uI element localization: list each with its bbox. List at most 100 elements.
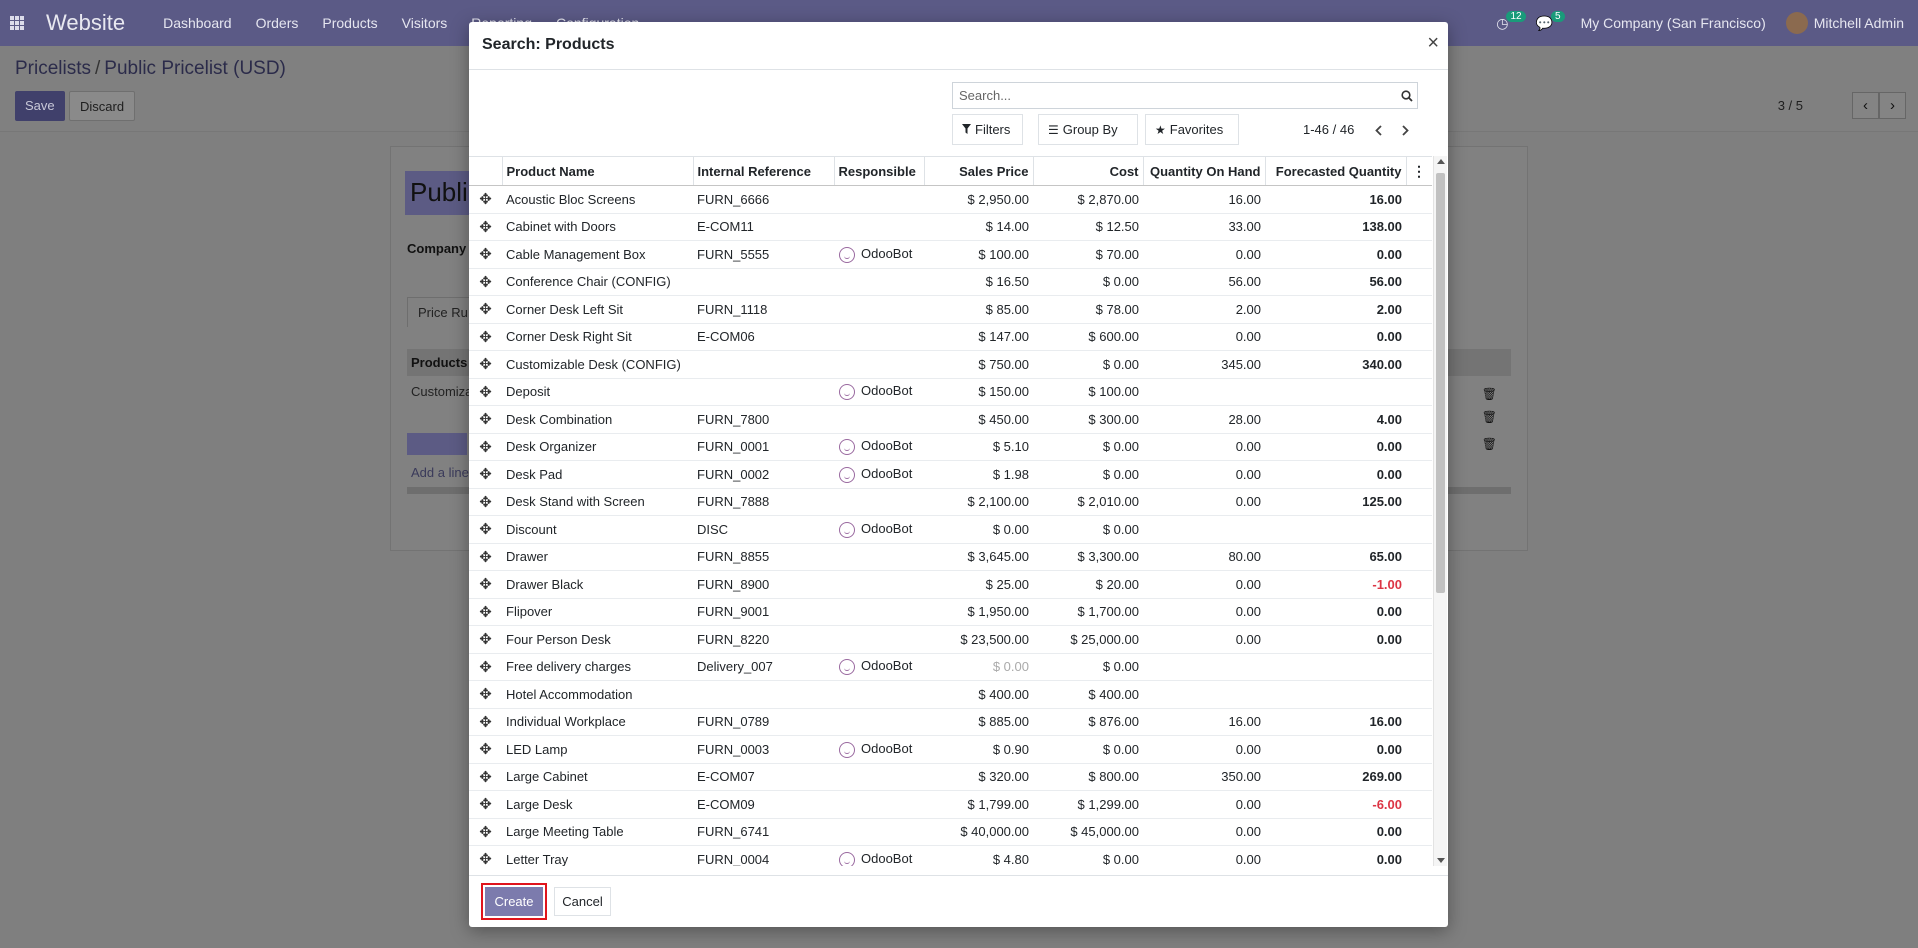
column-header-forecasted-quantity[interactable]: Forecasted Quantity bbox=[1265, 156, 1407, 186]
drag-handle-icon[interactable]: ✥ bbox=[469, 818, 502, 846]
drag-handle-icon[interactable]: ✥ bbox=[469, 625, 502, 654]
delete-row-icon[interactable]: 🗑 bbox=[1482, 410, 1497, 424]
table-row[interactable]: ✥ Drawer FURN_8855 $ 3,645.00 $ 3,300.00 80.0… bbox=[469, 543, 1432, 571]
table-row[interactable]: ✥ Discount DISC OdooBot $ 0.00 $ 0.00 bbox=[469, 515, 1432, 544]
drag-handle-icon[interactable]: ✥ bbox=[469, 515, 502, 544]
column-header-responsible[interactable]: Responsible bbox=[834, 156, 925, 186]
table-row[interactable]: ✥ Four Person Desk FURN_8220 $ 23,500.00 $ 2… bbox=[469, 625, 1432, 654]
create-button[interactable]: Create bbox=[481, 883, 547, 920]
drag-handle-icon[interactable]: ✥ bbox=[469, 570, 502, 599]
table-row[interactable]: ✥ Individual Workplace FURN_0789 $ 885.00 $ … bbox=[469, 708, 1432, 736]
record-prev-icon[interactable]: ‹ bbox=[1852, 92, 1879, 119]
responsible-column-cell bbox=[834, 405, 924, 434]
form-discard-button[interactable]: Discard bbox=[69, 91, 136, 121]
menu-products[interactable]: Products bbox=[322, 15, 377, 31]
price-rule-row[interactable]: Customiza bbox=[411, 384, 472, 399]
drag-handle-icon[interactable]: ✥ bbox=[469, 653, 502, 681]
table-row[interactable]: ✥ Large Meeting Table FURN_6741 $ 40,000.00… bbox=[469, 818, 1432, 846]
drag-handle-icon[interactable]: ✥ bbox=[469, 405, 502, 434]
list-scrollbar[interactable] bbox=[1433, 156, 1447, 866]
drag-handle-icon[interactable]: ✥ bbox=[469, 763, 502, 791]
user-avatar[interactable] bbox=[1785, 12, 1808, 34]
price-rule-row-editing[interactable] bbox=[407, 433, 467, 455]
scroll-down-icon[interactable] bbox=[1437, 858, 1445, 863]
table-row[interactable]: ✥ Free delivery charges Delivery_007 OdooBo… bbox=[469, 653, 1432, 681]
table-row[interactable]: ✥ Large Cabinet E-COM07 $ 320.00 $ 800.00 350… bbox=[469, 763, 1432, 791]
table-row[interactable]: ✥ Large Desk E-COM09 $ 1,799.00 $ 1,299.00 0.… bbox=[469, 790, 1432, 819]
scroll-up-icon[interactable] bbox=[1437, 159, 1445, 164]
scrollbar-thumb[interactable] bbox=[1436, 173, 1445, 593]
table-row[interactable]: ✥ Customizable Desk (CONFIG) $ 750.00 $ 0.0… bbox=[469, 350, 1432, 379]
column-header-sales-price[interactable]: Sales Price bbox=[924, 156, 1034, 186]
drag-handle-icon[interactable]: ✥ bbox=[469, 378, 502, 406]
menu-dashboard[interactable]: Dashboard bbox=[163, 15, 232, 31]
group-by-button[interactable]: ☰ Group By bbox=[1038, 114, 1138, 145]
close-icon[interactable]: × bbox=[1427, 32, 1439, 55]
form-save-button[interactable]: Save bbox=[15, 91, 65, 121]
record-next-icon[interactable]: › bbox=[1879, 92, 1906, 119]
table-row[interactable]: ✥ Corner Desk Right Sit E-COM06 $ 147.00 $ 6… bbox=[469, 323, 1432, 351]
menu-orders[interactable]: Orders bbox=[256, 15, 299, 31]
delete-row-icon[interactable]: 🗑 bbox=[1482, 387, 1497, 401]
table-row[interactable]: ✥ Cabinet with Doors E-COM11 $ 14.00 $ 12.50… bbox=[469, 213, 1432, 241]
drag-handle-icon[interactable]: ✥ bbox=[469, 708, 502, 736]
table-row[interactable]: ✥ LED Lamp FURN_0003 OdooBot $ 0.90 $ 0.00 0.0… bbox=[469, 735, 1432, 764]
drag-handle-icon[interactable]: ✥ bbox=[469, 735, 502, 764]
drag-handle-icon[interactable]: ✥ bbox=[469, 350, 502, 379]
table-row[interactable]: ✥ Desk Pad FURN_0002 OdooBot $ 1.98 $ 0.00 0.0… bbox=[469, 460, 1432, 489]
optional-columns-kebab-icon[interactable]: ⋮ bbox=[1406, 156, 1432, 186]
drag-handle-icon[interactable]: ✥ bbox=[469, 295, 502, 324]
table-row[interactable]: ✥ Flipover FURN_9001 $ 1,950.00 $ 1,700.00 0.… bbox=[469, 598, 1432, 626]
user-menu[interactable]: Mitchell Admin bbox=[1814, 15, 1904, 31]
cancel-button[interactable]: Cancel bbox=[554, 887, 611, 916]
table-row[interactable]: ✥ Desk Stand with Screen FURN_7888 $ 2,100.… bbox=[469, 488, 1432, 516]
table-row[interactable]: ✥ Conference Chair (CONFIG) $ 16.50 $ 0.00 5… bbox=[469, 268, 1432, 296]
table-row[interactable]: ✥ Drawer Black FURN_8900 $ 25.00 $ 20.00 0.00… bbox=[469, 570, 1432, 599]
column-header-quantity-on-hand[interactable]: Quantity On Hand bbox=[1143, 156, 1266, 186]
sales-price-cell: $ 885.00 bbox=[924, 708, 1033, 736]
column-header-product-name[interactable]: Product Name bbox=[502, 156, 694, 186]
chevron-right-icon[interactable] bbox=[1396, 119, 1414, 141]
drag-handle-icon[interactable]: ✥ bbox=[469, 433, 502, 461]
responsible-column-cell: OdooBot bbox=[834, 240, 924, 269]
table-row[interactable]: ✥ Cable Management Box FURN_5555 OdooBot $ 1… bbox=[469, 240, 1432, 269]
column-header-cost[interactable]: Cost bbox=[1033, 156, 1144, 186]
column-header-internal-reference[interactable]: Internal Reference bbox=[693, 156, 835, 186]
drag-handle-icon[interactable]: ✥ bbox=[469, 323, 502, 351]
table-row[interactable]: ✥ Corner Desk Left Sit FURN_1118 $ 85.00 $ 7… bbox=[469, 295, 1432, 324]
drag-handle-icon[interactable]: ✥ bbox=[469, 268, 502, 296]
drag-handle-icon[interactable]: ✥ bbox=[469, 240, 502, 269]
drag-handle-icon[interactable]: ✥ bbox=[469, 790, 502, 819]
menu-visitors[interactable]: Visitors bbox=[402, 15, 448, 31]
table-row[interactable]: ✥ Deposit OdooBot $ 150.00 $ 100.00 bbox=[469, 378, 1432, 406]
pricelist-name-field[interactable]: Publi bbox=[405, 171, 475, 215]
search-input[interactable] bbox=[953, 83, 1397, 108]
table-row[interactable]: ✥ Hotel Accommodation $ 400.00 $ 400.00 bbox=[469, 680, 1432, 709]
drag-handle-icon[interactable]: ✥ bbox=[469, 213, 502, 241]
responsible-column-cell: OdooBot bbox=[834, 515, 924, 544]
drag-handle-icon[interactable]: ✥ bbox=[469, 598, 502, 626]
drag-handle-icon[interactable]: ✥ bbox=[469, 488, 502, 516]
drag-handle-icon[interactable]: ✥ bbox=[469, 185, 502, 214]
add-line-link[interactable]: Add a line bbox=[411, 465, 469, 480]
chevron-left-icon[interactable] bbox=[1369, 119, 1387, 141]
table-row[interactable]: ✥ Letter Tray FURN_0004 OdooBot $ 4.80 $ 0.00… bbox=[469, 845, 1432, 866]
cost-cell: $ 2,870.00 bbox=[1033, 185, 1143, 214]
drag-handle-icon[interactable]: ✥ bbox=[469, 845, 502, 866]
drag-handle-icon[interactable]: ✥ bbox=[469, 680, 502, 709]
internal-reference-cell: E-COM06 bbox=[693, 323, 834, 351]
delete-row-icon[interactable]: 🗑 bbox=[1482, 437, 1497, 451]
filters-button[interactable]: Filters bbox=[952, 114, 1023, 145]
table-row[interactable]: ✥ Acoustic Bloc Screens FURN_6666 $ 2,950.0… bbox=[469, 185, 1432, 214]
search-icon[interactable] bbox=[1397, 83, 1417, 108]
pager-value[interactable]: 1-46 / 46 bbox=[1303, 122, 1354, 137]
drag-handle-icon[interactable]: ✥ bbox=[469, 543, 502, 571]
favorites-button[interactable]: ★ Favorites bbox=[1145, 114, 1239, 145]
table-row[interactable]: ✥ Desk Combination FURN_7800 $ 450.00 $ 300.… bbox=[469, 405, 1432, 434]
company-switcher[interactable]: My Company (San Francisco) bbox=[1581, 15, 1766, 31]
apps-menu-icon[interactable] bbox=[10, 16, 24, 30]
drag-handle-icon[interactable]: ✥ bbox=[469, 460, 502, 489]
breadcrumb-parent[interactable]: Pricelists bbox=[15, 58, 91, 79]
table-row[interactable]: ✥ Desk Organizer FURN_0001 OdooBot $ 5.10 $ 0… bbox=[469, 433, 1432, 461]
cost-cell: $ 400.00 bbox=[1033, 680, 1143, 709]
